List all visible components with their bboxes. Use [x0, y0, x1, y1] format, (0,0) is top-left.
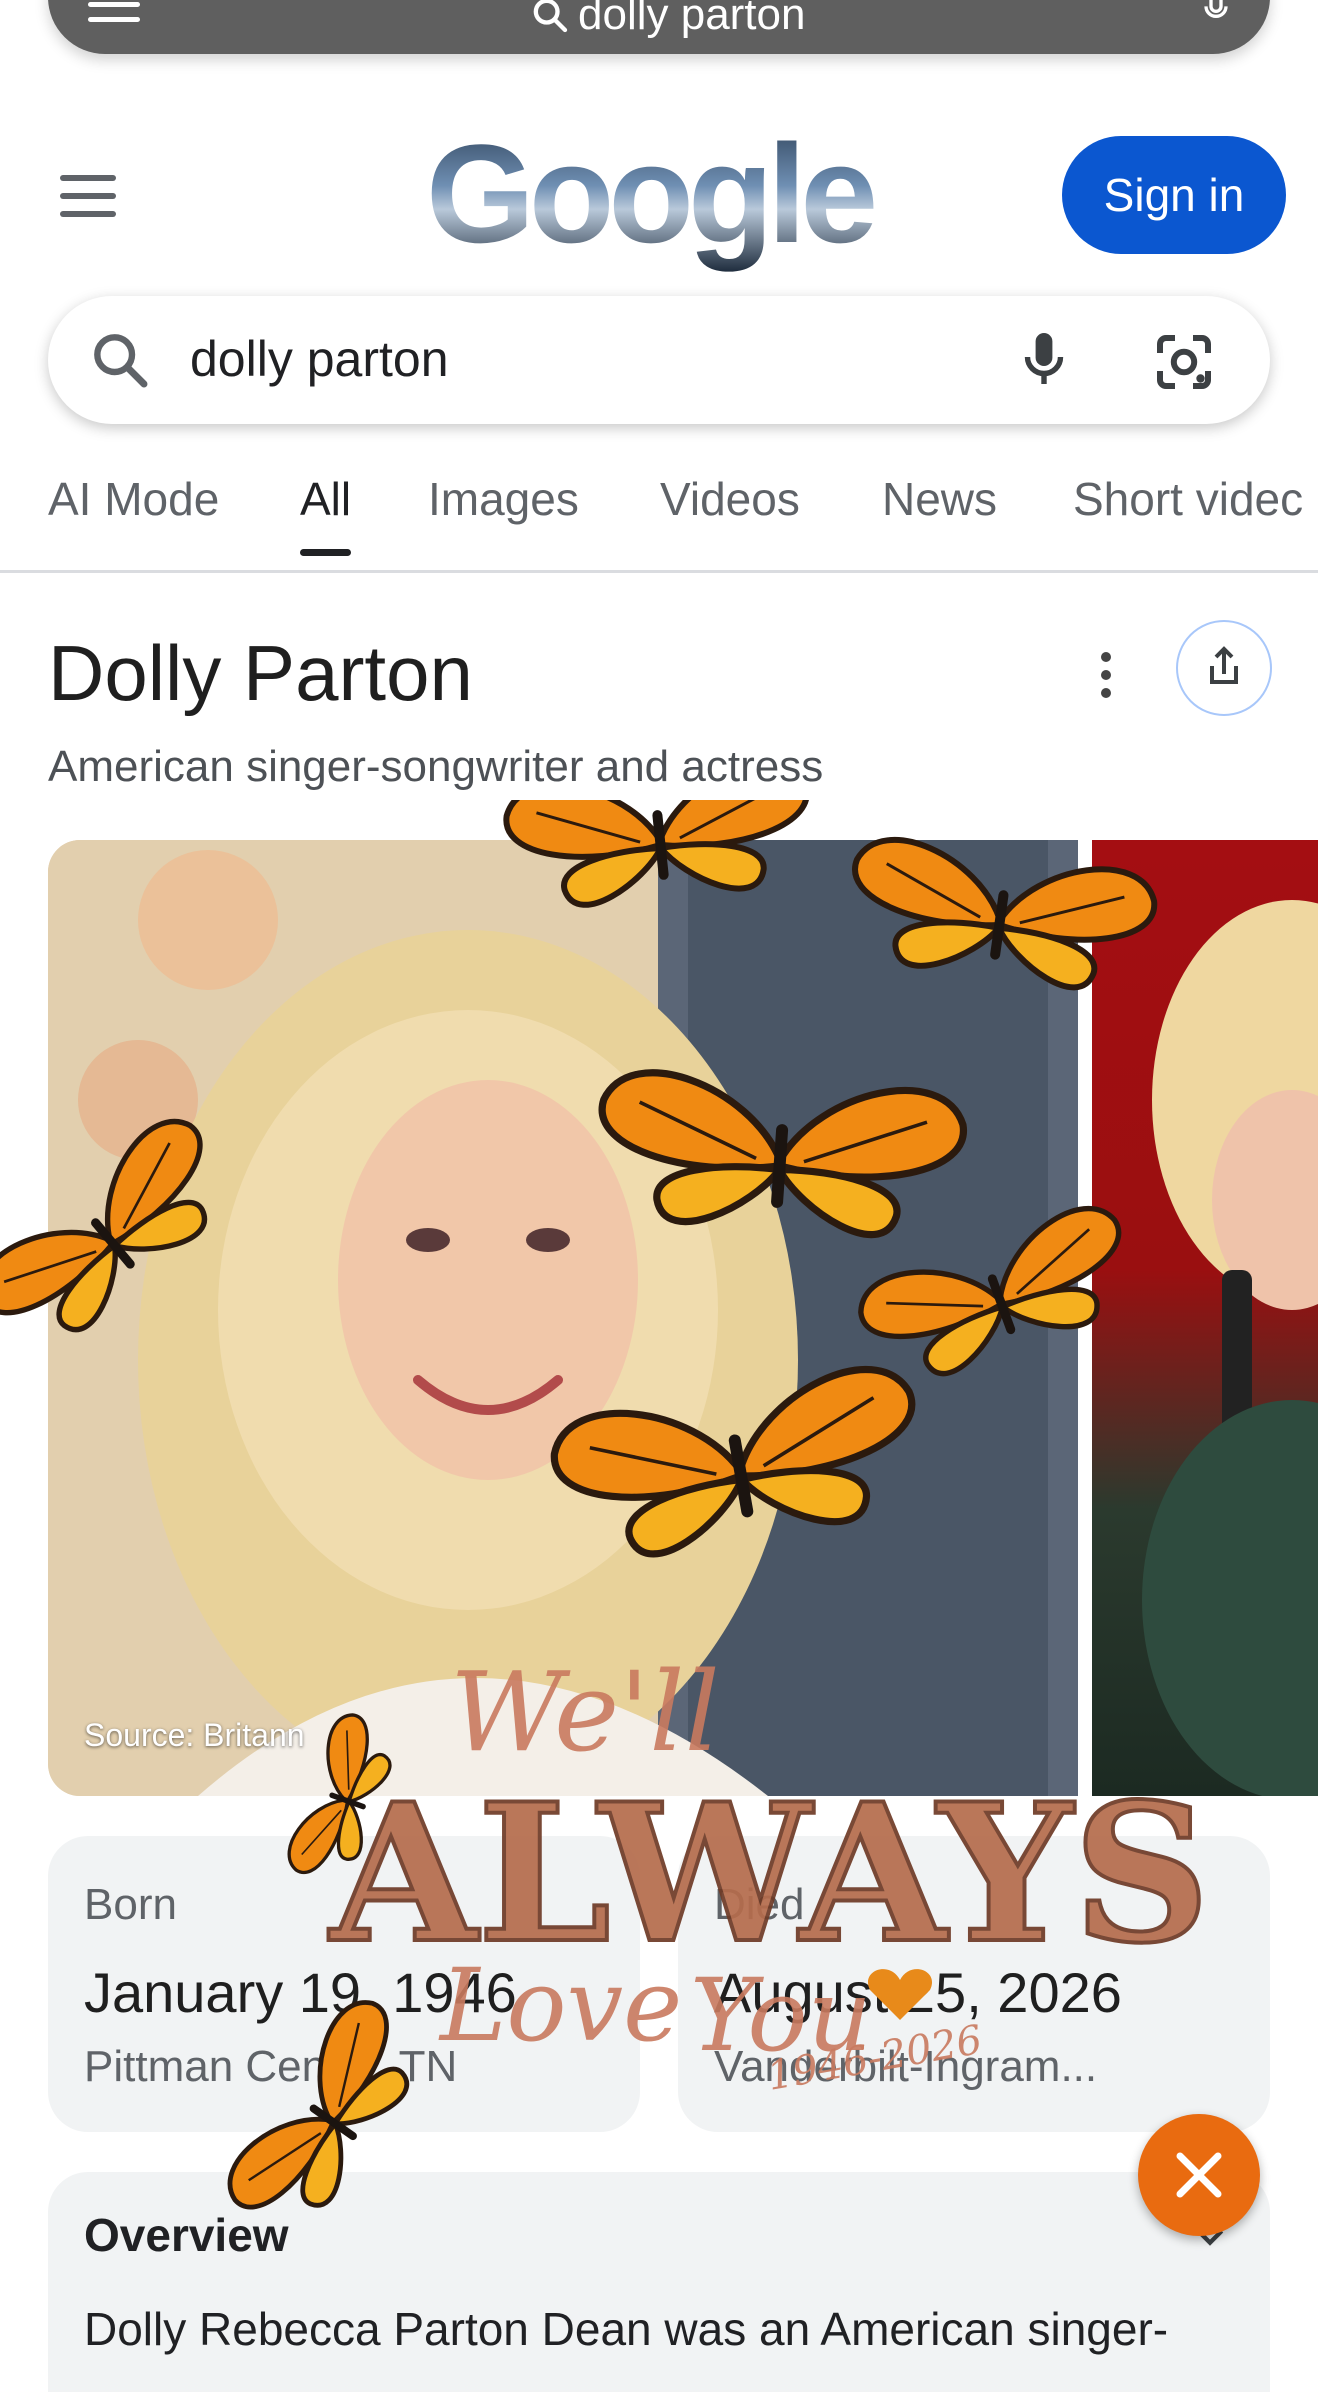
portrait-image [48, 840, 1078, 1796]
born-card[interactable]: Born January 19, 1946 Pittman Center, TN [48, 1836, 640, 2132]
search-box[interactable]: dolly parton [48, 296, 1270, 424]
died-place[interactable]: Vanderbilt-Ingram... [714, 2042, 1274, 2092]
entity-photo-secondary[interactable] [1092, 840, 1318, 1796]
tab-short-videos[interactable]: Short videc [1073, 472, 1303, 526]
tab-news[interactable]: News [882, 472, 997, 526]
tab-all[interactable]: All [300, 472, 352, 556]
overview-heading: Overview [84, 2209, 289, 2261]
mic-icon[interactable] [1196, 0, 1236, 28]
share-button[interactable] [1176, 620, 1272, 716]
share-icon [1210, 646, 1238, 684]
search-tabs: AI Mode All Images Videos News Short vid… [0, 460, 1318, 573]
google-doodle-logo[interactable]: Google [426, 120, 896, 280]
overview-text: Dolly Rebecca Parton Dean was an America… [84, 2303, 1169, 2355]
search-icon [94, 334, 148, 388]
entity-photo-main[interactable]: Source: Britann [48, 840, 1078, 1796]
died-card[interactable]: Died August 25, 2026 Vanderbilt-Ingram..… [678, 1836, 1270, 2132]
tab-videos[interactable]: Videos [660, 472, 800, 526]
tab-images[interactable]: Images [428, 472, 579, 526]
born-label: Born [84, 1880, 177, 1929]
browser-search-pill[interactable]: dolly parton [48, 0, 1270, 54]
born-place[interactable]: Pittman Center, TN [84, 2042, 644, 2092]
menu-icon[interactable] [88, 2, 140, 32]
entity-title: Dolly Parton [48, 629, 473, 717]
pill-query[interactable]: dolly parton [530, 0, 805, 40]
entity-subtitle: American singer-songwriter and actress [48, 742, 824, 791]
search-input[interactable]: dolly parton [190, 330, 449, 388]
image-source-caption[interactable]: Source: Britann [84, 1717, 305, 1754]
hamburger-icon[interactable] [60, 175, 116, 229]
voice-search-icon[interactable] [1008, 324, 1080, 396]
close-overlay-button[interactable] [1138, 2114, 1260, 2236]
performance-image [1142, 900, 1318, 1796]
svg-text:Google: Google [426, 120, 874, 272]
lens-icon[interactable] [1148, 326, 1220, 398]
born-date: January 19, 1946 [84, 1961, 517, 2024]
close-icon [1176, 2152, 1222, 2198]
tab-ai-mode[interactable]: AI Mode [48, 472, 219, 526]
more-options-icon[interactable] [1096, 652, 1116, 706]
died-date: August 25, 2026 [714, 1961, 1122, 2024]
overview-section[interactable]: Overview Dolly Rebecca Parton Dean was a… [48, 2172, 1270, 2392]
died-label: Died [714, 1880, 805, 1929]
search-icon [533, 0, 568, 33]
sign-in-button[interactable]: Sign in [1062, 136, 1286, 254]
pill-query-text: dolly parton [578, 0, 806, 39]
